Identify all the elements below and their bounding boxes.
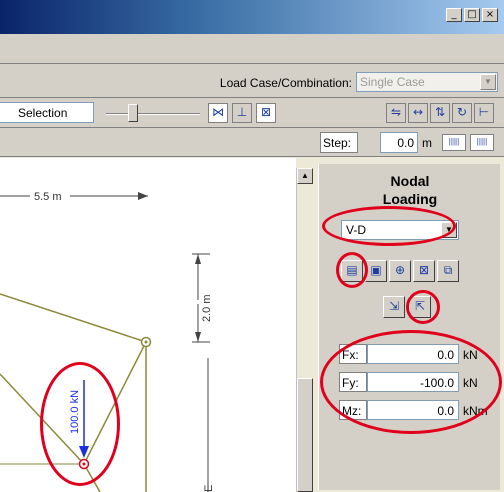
node-loaded-center [82,462,86,466]
member-tool-icon[interactable]: ⋈ [208,103,228,123]
mz-label: Mz: [339,400,367,420]
minimize-button[interactable]: _ [446,8,462,22]
dim-arrow-up [195,254,201,264]
mz-input[interactable]: 0.0 [367,400,459,420]
element-tool-icon[interactable]: ⊠ [256,103,276,123]
dim-arrow-down [195,332,201,342]
scroll-thumb[interactable] [297,378,313,492]
load-case-combo[interactable]: V-D ▼ [341,220,459,240]
step-label: Step: [320,132,358,153]
assign-load-icon[interactable]: ⇲ [383,296,405,318]
tool-bar: Selection ⋈ ⊥ ⊠ ⇋ ↔ ⇅ ↻ ⊢ [0,98,504,128]
window-titlebar: _ □ × [0,0,504,34]
selection-mode-field[interactable]: Selection [0,102,94,123]
load-case-combo-value: V-D [346,223,367,237]
fy-unit: kN [463,376,478,390]
save-load-icon[interactable]: ▣ [365,260,387,282]
load-case-select[interactable]: Single Case ▼ [356,72,498,92]
chevron-down-icon[interactable]: ▼ [480,74,496,90]
maximize-button[interactable]: □ [464,8,480,22]
panel-title-line2: Loading [382,191,438,207]
member-diagonal[interactable] [83,341,147,465]
mz-unit: kNm [463,404,488,418]
step-unit: m [422,136,432,150]
scroll-up-icon[interactable]: ▲ [297,168,313,184]
import-load-icon[interactable]: ⊕ [389,260,411,282]
node-upper-center [144,340,148,344]
move-vertical-icon[interactable]: ⇅ [430,103,450,123]
copy-load-icon[interactable]: ⧉ [437,260,459,282]
support-tool-icon[interactable]: ⊥ [232,103,252,123]
window-buttons: _ □ × [446,8,498,22]
chevron-down-icon[interactable]: ▼ [441,222,457,238]
fx-input[interactable]: 0.0 [367,344,459,364]
close-button[interactable]: × [482,8,498,22]
rotate-tool-icon[interactable]: ↻ [452,103,472,123]
dim-label-top: 5.5 m [34,191,62,203]
delete-load-icon[interactable]: ⊠ [413,260,435,282]
zoom-slider-track[interactable] [106,113,200,115]
panel-title: Nodal Loading [319,172,501,208]
ruler-fine-icon[interactable]: ||||| [442,134,466,151]
zoom-slider-thumb[interactable] [128,104,138,122]
fy-label: Fy: [339,372,367,392]
step-bar: Step: 0.0 m ||||| ||||| [0,128,504,157]
remove-load-icon[interactable]: ⇱ [409,296,431,318]
dim-label-bottom-fragment: E [203,485,215,492]
load-case-bar: Load Case/Combination: Single Case ▼ [0,64,504,98]
structure-drawing: 5.5 m 2.0 m E 100.0 kN [0,191,215,492]
distribute-tool-icon[interactable]: ⊢ [474,103,494,123]
mirror-tool-icon[interactable]: ⇋ [386,103,406,123]
load-label: 100.0 kN [69,390,81,434]
dim-label-right: 2.0 m [201,294,213,322]
member-top-chord[interactable] [0,293,147,343]
load-case-value: Single Case [360,75,425,89]
nodal-loading-panel: Nodal Loading V-D ▼ ▤ ▣ ⊕ ⊠ ⧉ ⇲ ⇱ Fx: 0.… [318,164,500,490]
menu-strip [0,34,504,64]
vertical-scrollbar[interactable]: ▲ [296,168,313,492]
move-horizontal-icon[interactable]: ↔ [408,103,428,123]
panel-title-line1: Nodal [390,173,430,189]
fx-unit: kN [463,348,478,362]
drawing-canvas[interactable]: 5.5 m 2.0 m E 100.0 kN [0,158,296,492]
fy-input[interactable]: -100.0 [367,372,459,392]
new-load-icon[interactable]: ▤ [341,260,363,282]
fx-label: Fx: [339,344,367,364]
load-case-label: Load Case/Combination: [219,76,352,90]
ruler-coarse-icon[interactable]: ||||| [470,134,494,151]
step-input[interactable]: 0.0 [380,132,418,153]
dim-arrow-right [138,192,148,200]
